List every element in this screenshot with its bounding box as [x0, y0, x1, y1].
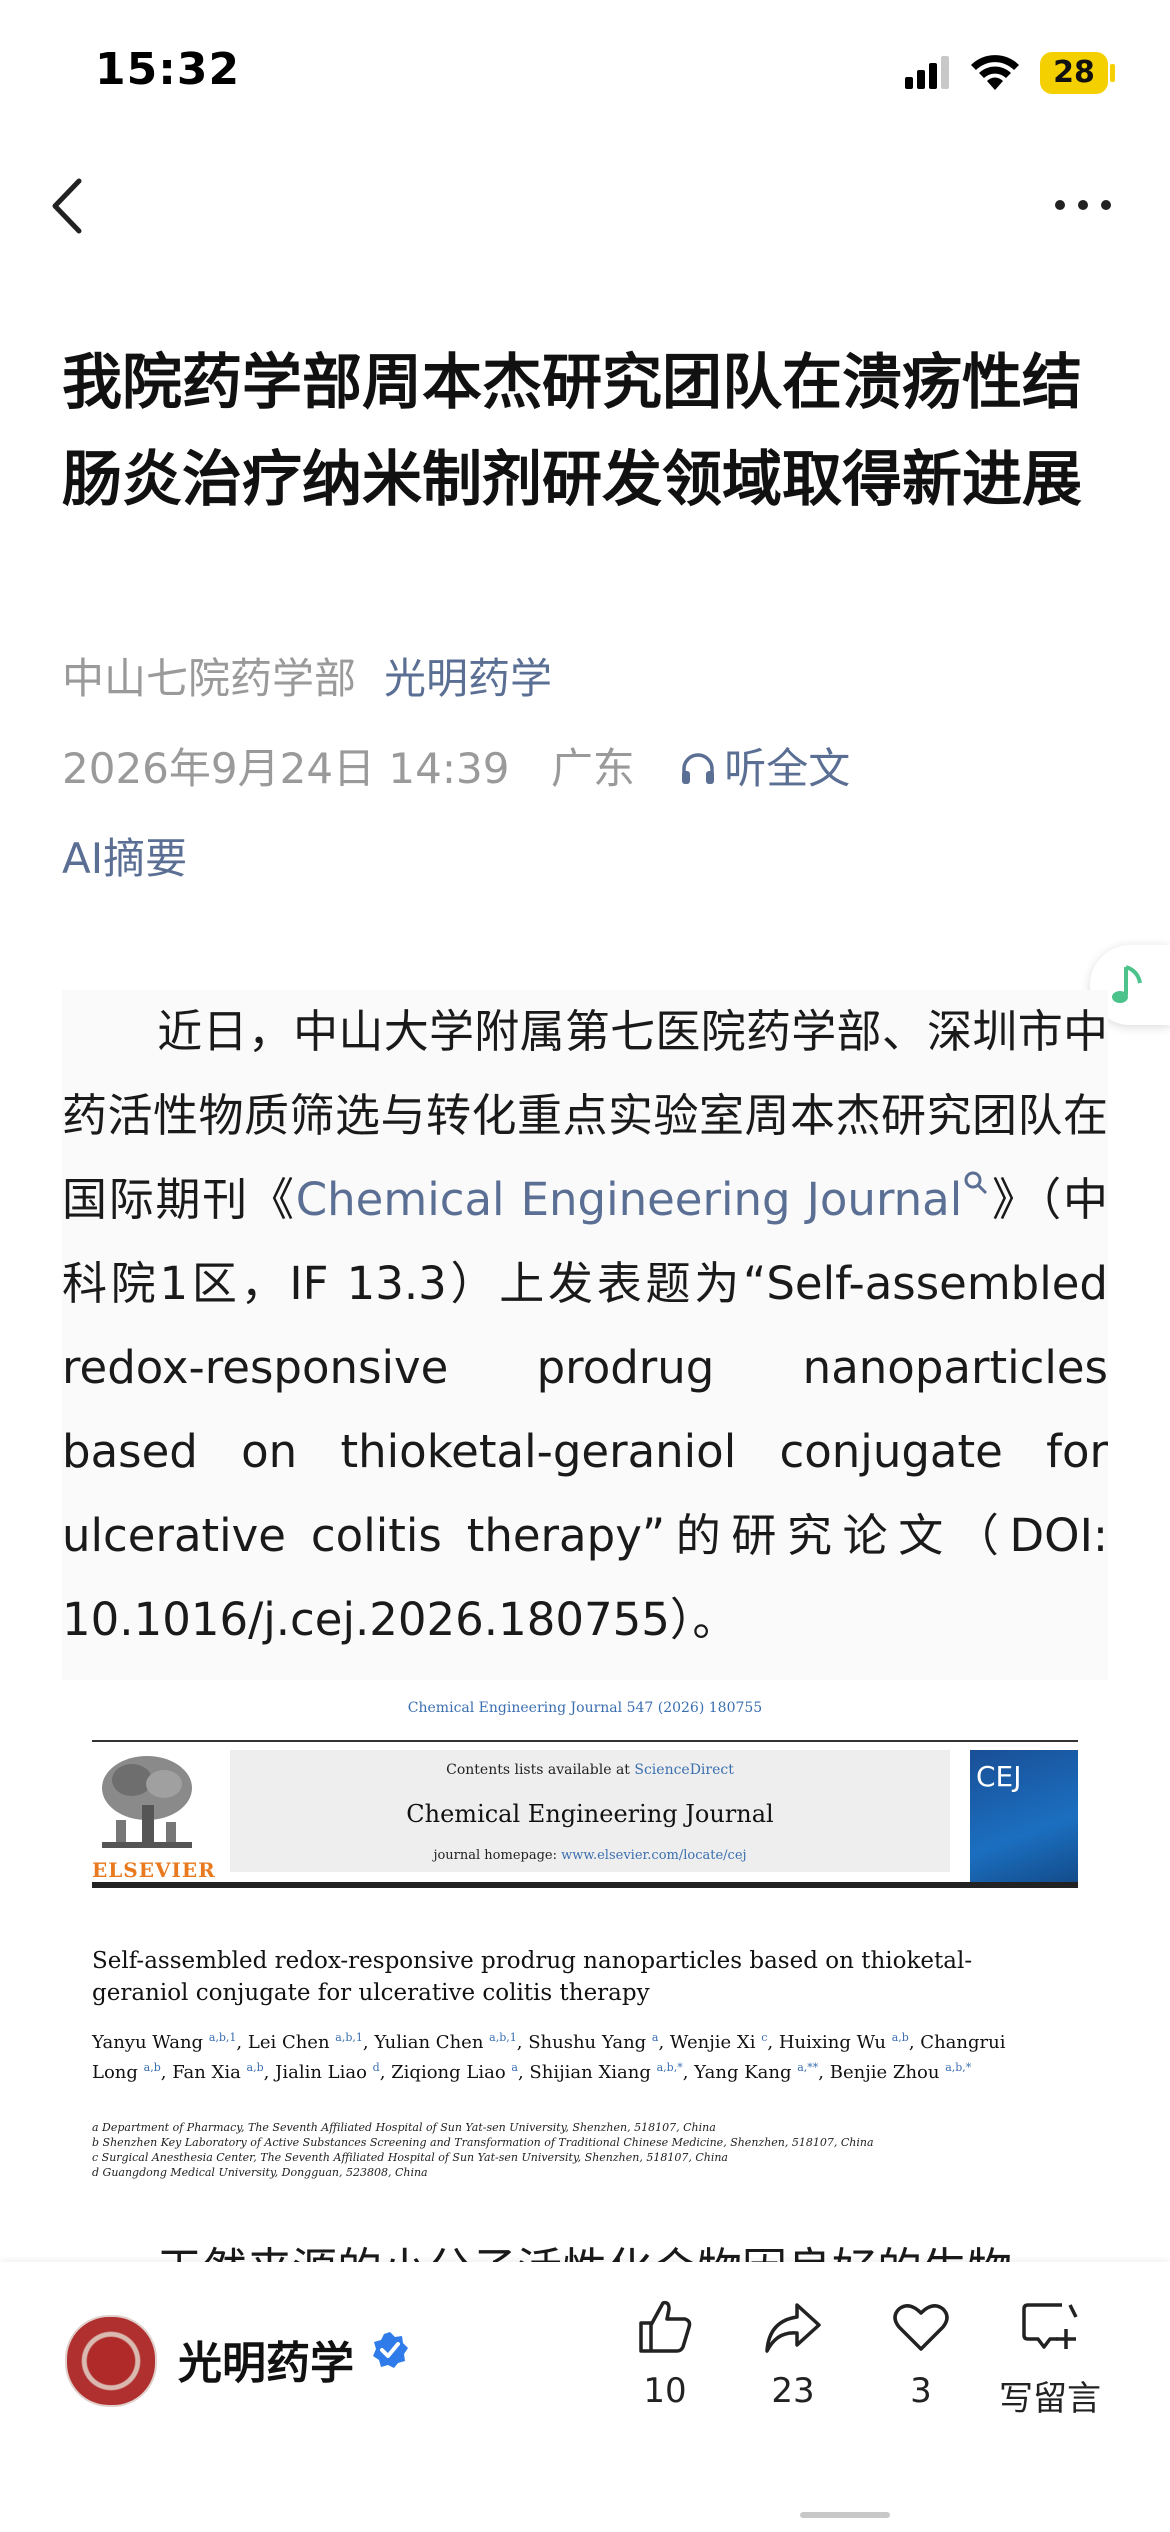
paper-screenshot-image[interactable]: Chemical Engineering Journal 547 (2026) …: [62, 1680, 1108, 2200]
author-affiliation-marker: a,b,1: [489, 2031, 517, 2044]
wifi-icon: [971, 55, 1019, 90]
more-icon[interactable]: [1052, 195, 1114, 215]
sciencedirect-link: ScienceDirect: [634, 1762, 734, 1778]
back-icon[interactable]: [45, 175, 95, 237]
journal-header-box: Contents lists available at ScienceDirec…: [230, 1750, 950, 1872]
article-title: 我院药学部周本杰研究团队在溃疡性结肠炎治疗纳米制剂研发领域取得新进展: [62, 348, 1082, 515]
contents-prefix: Contents lists available at: [446, 1762, 635, 1778]
affiliation-line: c Surgical Anesthesia Center, The Sevent…: [92, 2151, 728, 2164]
homepage-prefix: journal homepage:: [433, 1848, 562, 1863]
author-affiliation-marker: a,b,1: [335, 2031, 363, 2044]
author-name: Shijian Xiang a,b,*,: [529, 2061, 695, 2083]
paper-affiliations: a Department of Pharmacy, The Seventh Af…: [92, 2120, 1052, 2180]
publisher-name: ELSEVIER: [92, 1858, 216, 1882]
author-affiliation-marker: a,**: [797, 2061, 819, 2074]
paper-authors: Yanyu Wang a,b,1, Lei Chen a,b,1, Yulian…: [92, 2025, 1052, 2085]
journal-homepage-line: journal homepage: www.elsevier.com/locat…: [230, 1848, 950, 1863]
author-affiliation-marker: a: [511, 2061, 518, 2074]
author-affiliation-marker: a,b,*: [656, 2061, 683, 2074]
like-button[interactable]: 10: [610, 2295, 720, 2411]
divider: [92, 1882, 1078, 1888]
contents-line: Contents lists available at ScienceDirec…: [230, 1762, 950, 1778]
author-affiliation-marker: a,b: [246, 2061, 264, 2074]
author-name: Benjie Zhou a,b,*: [829, 2061, 972, 2083]
status-time: 15:32: [95, 44, 241, 95]
publish-date: 2026年9月24日 14:39: [62, 744, 510, 793]
battery-icon: 28: [1040, 52, 1108, 94]
comment-add-icon: [1022, 2303, 1078, 2349]
thumbs-up-icon: [639, 2300, 692, 2353]
article-meta-row: 2026年9月24日 14:39 广东 听全文: [62, 735, 850, 796]
author-name: Shushu Yang a,: [528, 2031, 670, 2053]
author-affiliation-marker: a,b,*: [945, 2061, 972, 2074]
divider: [92, 1740, 1078, 1742]
article-source-row: 中山七院药学部 光明药学: [62, 645, 552, 706]
article-body-paragraph: 近日，中山大学附属第七医院药学部、深圳市中药活性物质筛选与转化重点实验室周本杰研…: [62, 990, 1108, 1682]
heart-icon: [893, 2304, 949, 2351]
listen-label: 听全文: [724, 744, 851, 793]
comment-label: 写留言: [999, 2379, 1101, 2419]
author-affiliation-marker: a: [651, 2031, 659, 2044]
journal-reference: Chemical Engineering Journal 547 (2026) …: [407, 1700, 763, 1716]
favorite-count: 3: [910, 2371, 932, 2411]
author-name: Ziqiong Liao a,: [391, 2061, 530, 2083]
author-name: Lei Chen a,b,1,: [247, 2031, 375, 2053]
author-name: Yang Kang a,**,: [694, 2061, 830, 2083]
affiliation-line: b Shenzhen Key Laboratory of Active Subs…: [92, 2136, 874, 2149]
author-affiliation-marker: a,b,1: [208, 2031, 237, 2044]
journal-link[interactable]: Chemical Engineering Journal: [296, 1173, 963, 1226]
author-affiliation-marker: a,b: [143, 2061, 161, 2074]
music-note-icon: [1112, 965, 1142, 1003]
share-icon: [765, 2303, 821, 2353]
account-link[interactable]: 光明药学: [384, 654, 552, 703]
share-button[interactable]: 23: [738, 2295, 848, 2411]
author-name: Fan Xia a,b,: [172, 2061, 276, 2083]
journal-cover: CEJ: [970, 1750, 1078, 1885]
author-name: Yulian Chen a,b,1,: [374, 2031, 529, 2053]
favorite-button[interactable]: 3: [866, 2295, 976, 2411]
battery-tip: [1110, 64, 1115, 82]
like-count: 10: [643, 2371, 687, 2411]
signal-icon: [905, 56, 949, 89]
author-affiliation-marker: d: [372, 2061, 380, 2074]
journal-name: Chemical Engineering Journal: [406, 1800, 774, 1828]
author-name: Wenjie Xi c,: [669, 2031, 779, 2053]
verified-badge-icon: [373, 2332, 408, 2368]
affiliation-line: a Department of Pharmacy, The Seventh Af…: [92, 2121, 716, 2134]
home-indicator-icon: [800, 2512, 890, 2518]
share-count: 23: [771, 2371, 815, 2411]
account-avatar[interactable]: [65, 2315, 157, 2407]
author-name: Jialin Liao d,: [275, 2061, 392, 2083]
author-name: Yanyu Wang a,b,1,: [92, 2031, 248, 2053]
cover-title: CEJ: [976, 1760, 1022, 1793]
paper-title: Self-assembled redox-responsive prodrug …: [92, 1948, 973, 2006]
body-text-after-link: 》（中科院1区，IF 13.3）上发表题为“Self-assembled red…: [62, 1173, 1108, 1646]
comment-button[interactable]: 写留言: [988, 2295, 1112, 2420]
author-name: Huixing Wu a,b,: [778, 2031, 921, 2053]
elsevier-tree-logo: [102, 1756, 192, 1848]
location-label: 广东: [550, 744, 635, 793]
listen-button[interactable]: 听全文: [678, 744, 850, 793]
author-affiliation-marker: a,b: [891, 2031, 909, 2044]
homepage-link: www.elsevier.com/locate/cej: [561, 1848, 747, 1863]
headphones-icon: [682, 753, 715, 784]
source-label: 中山七院药学部: [62, 654, 357, 703]
author-affiliation-marker: c: [761, 2031, 768, 2044]
ai-summary-button[interactable]: AI摘要: [62, 825, 187, 886]
account-name[interactable]: 光明药学: [178, 2327, 354, 2391]
affiliation-line: d Guangdong Medical University, Dongguan…: [92, 2166, 428, 2179]
search-icon[interactable]: [962, 1169, 990, 1197]
